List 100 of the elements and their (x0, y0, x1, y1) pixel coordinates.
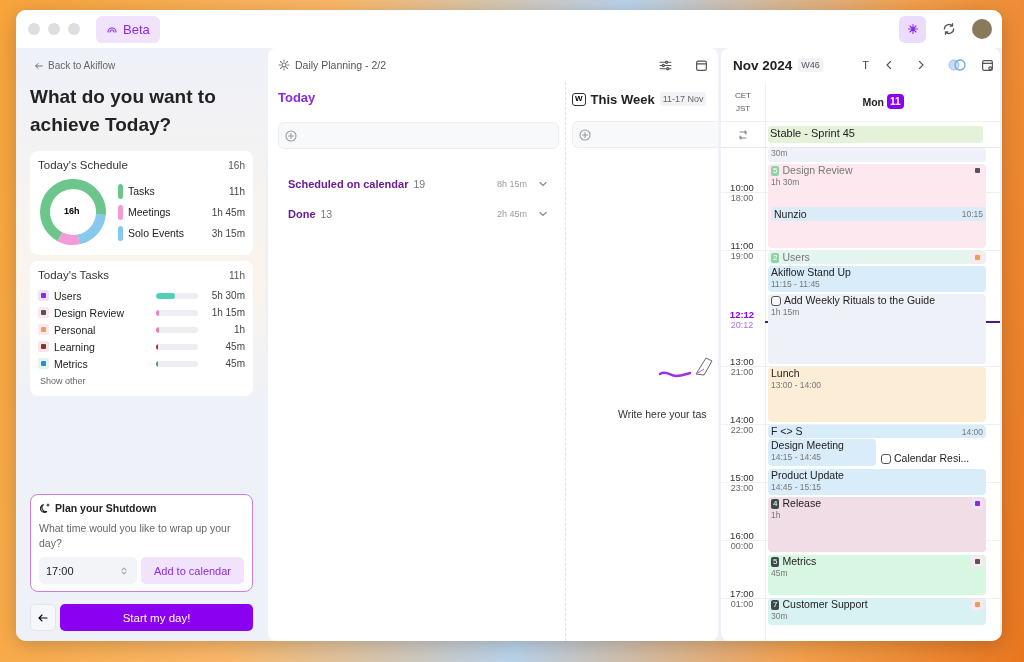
event-title: Users (782, 251, 810, 264)
timezone-label: CET (735, 89, 751, 102)
count-badge: 5 (771, 556, 780, 567)
calendar-toggle-button[interactable] (695, 58, 708, 72)
event-time: 11:15 - 11:45 (771, 279, 821, 290)
checkbox[interactable] (771, 295, 781, 306)
card-title: Today's Schedule (38, 159, 128, 171)
event-time: 14:15 - 14:45 (771, 452, 823, 463)
time-label: 16:00 (730, 530, 754, 541)
moon-icon (39, 502, 51, 514)
today-button[interactable]: T (854, 59, 877, 71)
column-title: Today (278, 90, 317, 107)
timezone-label: JST (735, 102, 751, 115)
add-task-field[interactable] (572, 121, 718, 148)
event-time: 13:00 - 14:00 (771, 380, 823, 391)
time-label: 11:00 (730, 240, 754, 251)
task-label: Design Review (54, 306, 125, 319)
all-day-event[interactable]: Stable - Sprint 45 (768, 126, 983, 143)
time-label: 10:00 (730, 182, 754, 193)
count-badge: 7 (771, 599, 780, 610)
beta-badge[interactable]: Beta (96, 15, 160, 43)
count-badge: 4 (771, 498, 780, 509)
calendar-settings-button[interactable] (981, 58, 994, 72)
show-other-link[interactable]: Show other (40, 376, 245, 386)
event-duration: 45m (771, 568, 789, 579)
event-title: F <> S (771, 425, 803, 438)
calendar-event[interactable]: Akiflow Stand Up 11:15 - 11:45 (768, 266, 986, 292)
task-group-header[interactable]: Done 13 2h 45m (278, 199, 559, 229)
task-label: Personal (54, 323, 96, 336)
start-day-button[interactable]: Start my day! (60, 604, 253, 631)
calendar-event[interactable]: 4 Release 1h (768, 497, 986, 552)
time-label: 00:00 (730, 541, 754, 552)
calendar-task[interactable]: Add Weekly Rituals to the Guide 1h 15m (768, 294, 986, 364)
day-number[interactable]: 11 (887, 94, 904, 109)
sun-icon (278, 59, 290, 71)
task-label: Metrics (54, 357, 88, 370)
calendar-event[interactable]: 2 Users (768, 251, 986, 264)
task-group-header[interactable]: Scheduled on calendar 19 8h 15m (278, 169, 559, 199)
time-field[interactable]: 17:00 (39, 557, 137, 584)
back-link[interactable]: Back to Akiflow (34, 60, 253, 71)
checkbox[interactable] (881, 453, 891, 464)
task-time: 45m (224, 341, 245, 352)
count-badge: 5 (771, 165, 780, 176)
overlay-toggle-button[interactable] (947, 59, 967, 71)
back-button[interactable] (30, 604, 56, 631)
legend-value: 1h 45m (211, 206, 245, 218)
add-to-calendar-button[interactable]: Add to calendar (141, 557, 244, 584)
calendar-event[interactable]: F <> S 14:00 (768, 425, 986, 438)
calendar-gear-icon (981, 58, 994, 72)
donut-center-label: 16h (64, 206, 80, 216)
sync-button[interactable] (942, 22, 956, 36)
total-time: 16h (228, 159, 245, 171)
week-icon: W (572, 92, 586, 106)
plus-icon (579, 128, 591, 141)
time-label: 23:00 (730, 483, 754, 494)
card-title: Plan your Shutdown (55, 502, 157, 514)
event-duration: 1h 30m (771, 177, 801, 188)
task-title: Calendar Resi... (894, 452, 970, 465)
event-title: Customer Support (782, 598, 868, 611)
time-label: 20:12 (730, 320, 754, 331)
event-title: Design Review (782, 164, 853, 177)
event-title: Product Update (771, 469, 845, 482)
time-label: 01:00 (730, 599, 754, 610)
month-title: Nov 2024 (733, 57, 793, 73)
day-name: Mon (862, 95, 884, 108)
time-label: 17:00 (730, 588, 754, 599)
calendar-event[interactable]: 7 Customer Support 30m (768, 598, 986, 625)
calendar-event[interactable]: 30m (768, 148, 986, 162)
time-label: 21:00 (730, 367, 754, 378)
panel-title: Daily Planning - 2/2 (295, 59, 387, 71)
calendar-event[interactable]: Lunch 13:00 - 14:00 (768, 367, 986, 422)
legend-label: Meetings (128, 206, 171, 218)
ai-button[interactable] (899, 15, 926, 43)
time-label: 15:00 (730, 472, 754, 483)
task-time: 45m (224, 358, 245, 369)
event-title: Design Meeting (771, 439, 845, 452)
calendar-event[interactable]: Design Meeting 14:15 - 14:45 (768, 439, 876, 466)
time-label: 13:00 (730, 356, 754, 367)
empty-state-text: Write here your tas (618, 408, 707, 420)
calendar-event[interactable]: Product Update 14:45 - 15:15 (768, 469, 986, 495)
page-heading: What do you want to achieve Today? (30, 85, 217, 137)
event-title: Lunch (771, 367, 801, 380)
filter-button[interactable] (659, 58, 672, 72)
avatar[interactable] (972, 19, 992, 39)
calendar-event[interactable]: 5 Metrics 45m (768, 555, 986, 595)
time-label: 12:12 (729, 309, 755, 320)
event-duration: 30m (771, 611, 789, 622)
sparkle-icon (906, 23, 919, 35)
calendar-event[interactable]: Nunzio 10:15 (771, 207, 986, 221)
task-title: Add Weekly Rituals to the Guide (784, 294, 935, 307)
plus-icon (285, 129, 297, 142)
add-task-field[interactable] (278, 122, 559, 149)
legend-value: 11h (229, 185, 245, 197)
legend-label: Solo Events (128, 227, 185, 239)
week-number: W46 (798, 58, 823, 72)
time-label: 19:00 (730, 251, 754, 262)
refresh-icon (942, 22, 956, 36)
card-title: Today's Tasks (38, 269, 110, 281)
calendar-event[interactable]: 5 Design Review 1h 30m Nunzio 10:15 (768, 164, 986, 248)
task-label: Learning (54, 340, 95, 353)
